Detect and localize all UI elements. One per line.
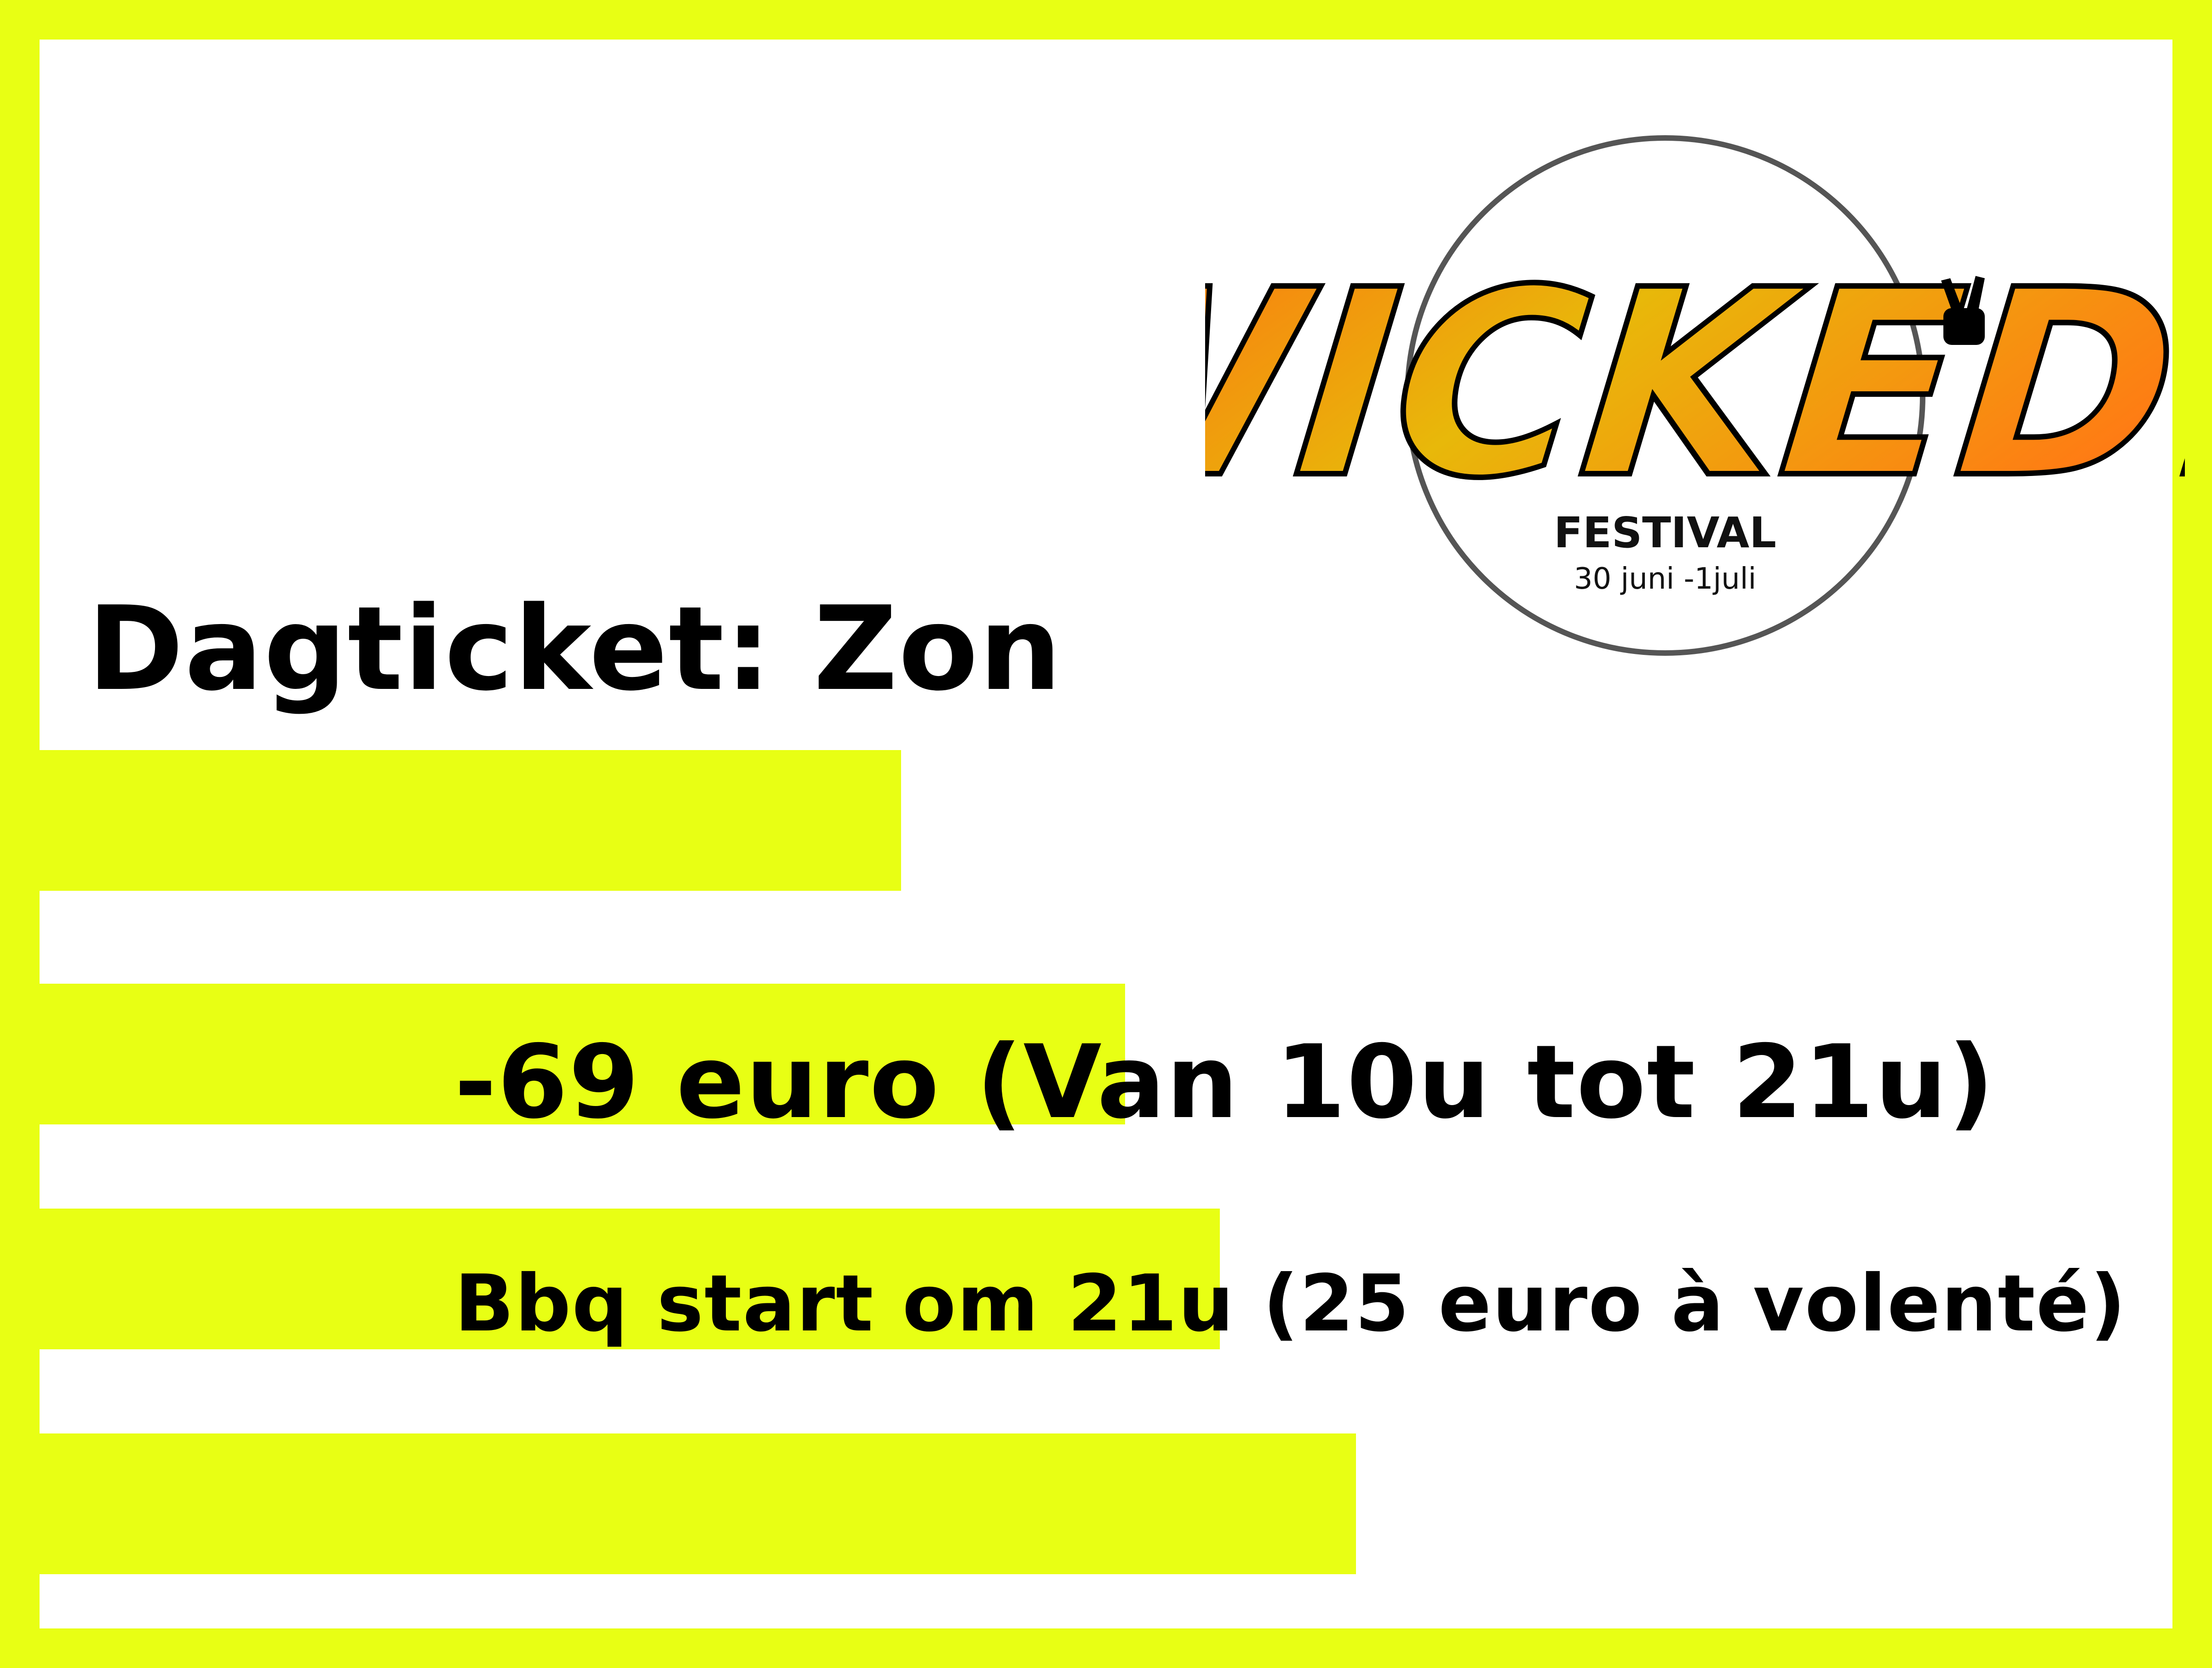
festival-logo: WICKED! FESTIVAL 30 juni -1juli: [1205, 135, 2185, 656]
ticket-poster: WICKED! FESTIVAL 30 juni -1juli Dagticke…: [0, 0, 2212, 1668]
ticket-price: -69 euro (Van 10u tot 21u): [454, 1023, 1995, 1141]
logo-subtitle: FESTIVAL: [1554, 508, 1776, 557]
ticket-title: Dagticket: Zon: [87, 582, 1063, 716]
highlight-stripe-1: [40, 750, 901, 891]
bbq-info: Bbq start om 21u (25 euro à volenté): [454, 1258, 2127, 1349]
highlight-stripe-4: [40, 1433, 1356, 1574]
logo-dates: 30 juni -1juli: [1574, 562, 1757, 596]
logo-wordmark: WICKED!: [1205, 235, 2185, 534]
